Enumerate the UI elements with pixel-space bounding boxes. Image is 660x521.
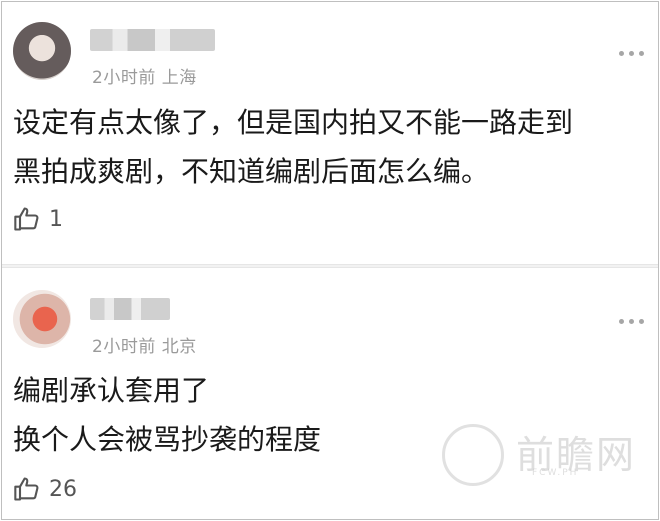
more-dots-icon[interactable] (619, 319, 644, 324)
like-button[interactable]: 26 (13, 475, 77, 503)
like-count: 1 (49, 206, 63, 232)
comment-text: 编剧承认套用了 换个人会被骂抄袭的程度 (13, 366, 644, 464)
avatar[interactable] (13, 22, 71, 80)
avatar[interactable] (13, 290, 71, 348)
comment-card: 2小时前 北京 编剧承认套用了 换个人会被骂抄袭的程度 26 (2, 268, 658, 519)
comment-meta: 2小时前 上海 (92, 68, 197, 88)
thumbs-up-icon (14, 207, 39, 231)
thumbs-up-icon (14, 477, 39, 501)
more-dots-icon[interactable] (619, 51, 644, 56)
comment-meta: 2小时前 北京 (92, 337, 197, 357)
comment-card: 2小时前 上海 设定有点太像了，但是国内拍又不能一路走到 黑拍成爽剧，不知道编剧… (2, 2, 658, 264)
like-count: 26 (49, 476, 77, 502)
comment-text: 设定有点太像了，但是国内拍又不能一路走到 黑拍成爽剧，不知道编剧后面怎么编。 (13, 98, 644, 196)
like-button[interactable]: 1 (13, 205, 63, 233)
comment-text-line: 换个人会被骂抄袭的程度 (13, 423, 322, 456)
username-blurred[interactable] (90, 29, 215, 51)
comment-text-line: 黑拍成爽剧，不知道编剧后面怎么编。 (13, 155, 490, 188)
username-blurred[interactable] (90, 298, 170, 320)
comment-text-line: 设定有点太像了，但是国内拍又不能一路走到 (13, 106, 574, 139)
comments-panel: 2小时前 上海 设定有点太像了，但是国内拍又不能一路走到 黑拍成爽剧，不知道编剧… (1, 1, 659, 520)
comment-text-line: 编剧承认套用了 (13, 374, 210, 407)
